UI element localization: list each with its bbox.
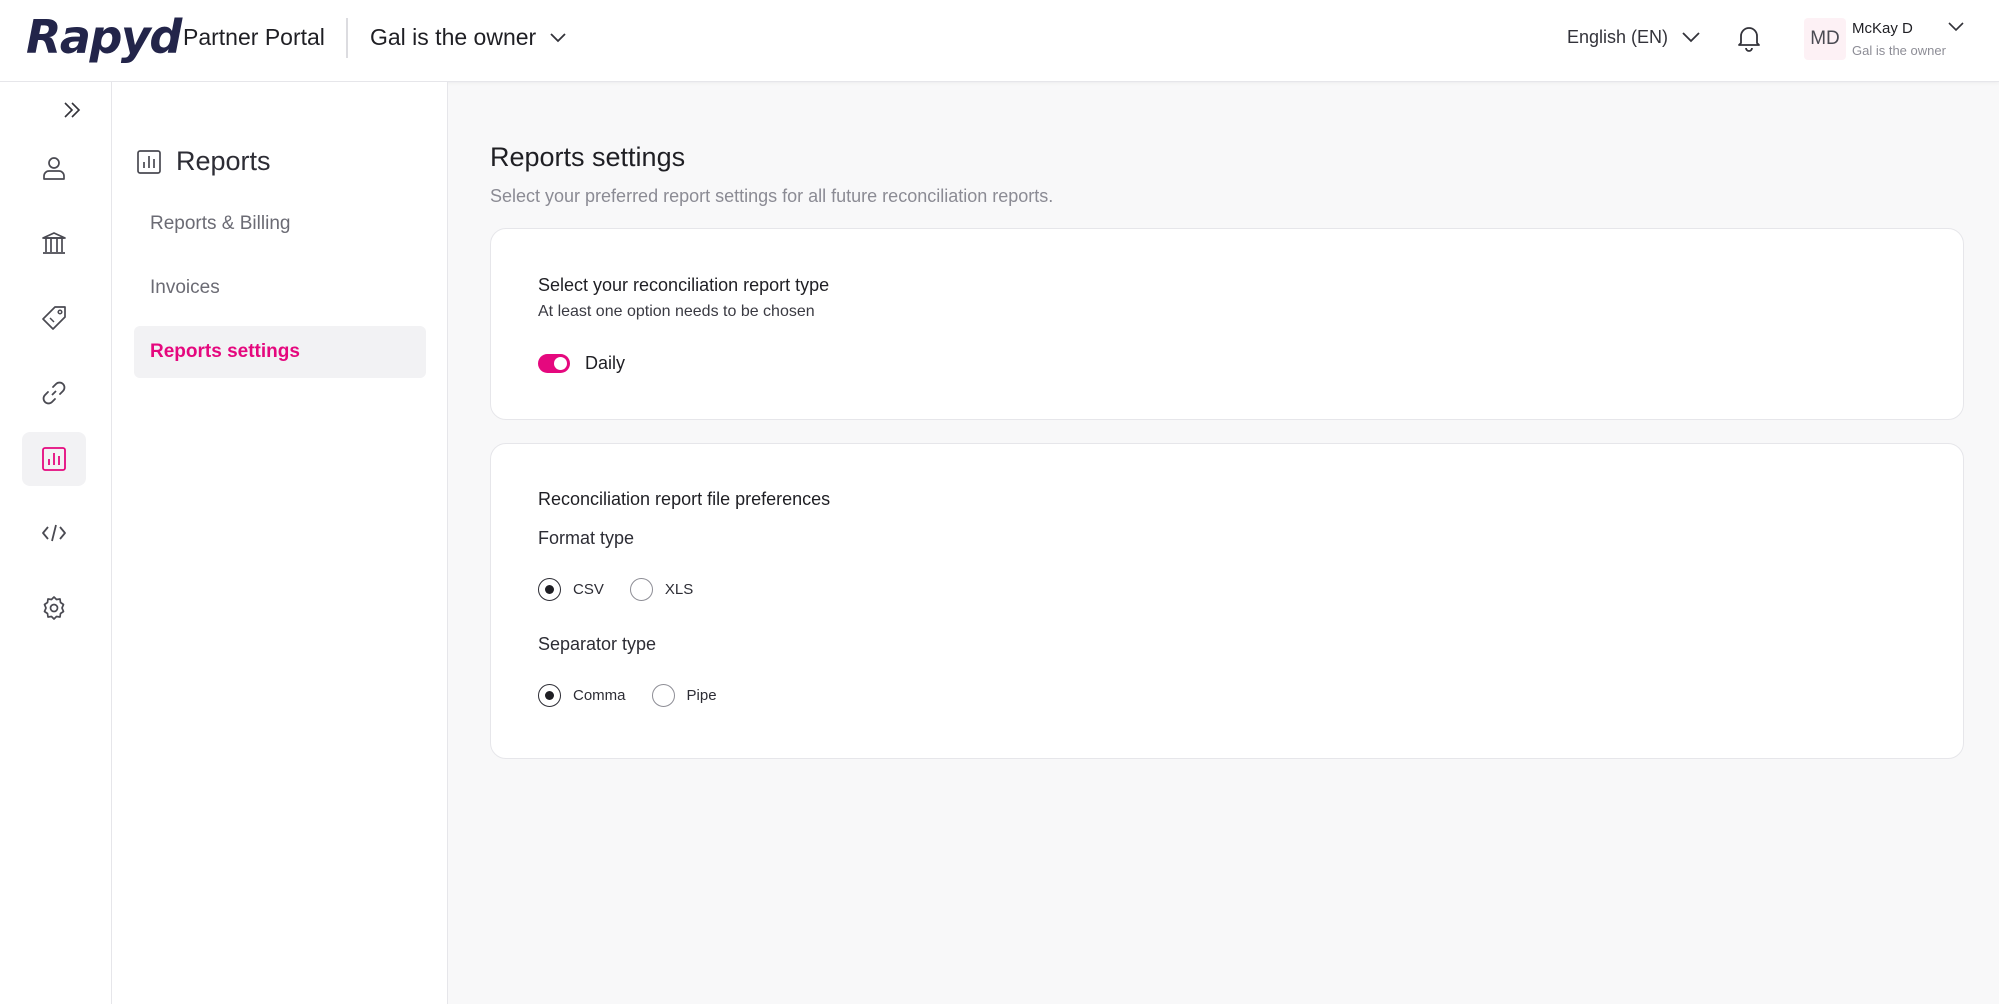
format-type-radio-group: CSV XLS xyxy=(538,578,693,601)
daily-toggle-row[interactable]: Daily xyxy=(538,353,625,374)
account-name: Gal is the owner xyxy=(370,24,537,50)
rail-item-developers[interactable] xyxy=(22,506,86,560)
top-bar: Rapyd Partner Portal Gal is the owner En… xyxy=(0,0,1999,82)
daily-toggle-label: Daily xyxy=(585,353,626,373)
language-label: English (EN) xyxy=(1567,27,1669,47)
separator-option-comma[interactable]: Comma xyxy=(538,684,626,707)
rail-item-banking[interactable] xyxy=(22,216,86,270)
report-type-title: Select your reconciliation report type xyxy=(538,275,830,295)
subnav-title: Reports xyxy=(176,146,271,176)
avatar: MD xyxy=(1804,18,1846,60)
icon-rail xyxy=(0,82,112,1004)
expand-sidebar-icon[interactable] xyxy=(62,100,82,120)
separator-type-radio-group: Comma Pipe xyxy=(538,684,717,707)
pipe-label: Pipe xyxy=(686,687,717,704)
link-icon xyxy=(42,381,66,405)
rail-item-pricing[interactable] xyxy=(22,291,86,345)
user-subtitle: Gal is the owner xyxy=(1852,43,1946,58)
format-option-csv[interactable]: CSV xyxy=(538,578,604,601)
csv-radio[interactable] xyxy=(538,578,561,601)
page-title: Reports settings xyxy=(490,142,686,172)
separator-option-pipe[interactable]: Pipe xyxy=(651,684,717,707)
tag-icon xyxy=(42,306,66,330)
bell-icon[interactable] xyxy=(1736,24,1762,52)
portal-name: Partner Portal xyxy=(183,24,325,50)
xls-label: XLS xyxy=(664,581,694,598)
subnav-item-reports-billing[interactable]: Reports & Billing xyxy=(134,198,426,250)
main-content: Reports settings Select your preferred r… xyxy=(448,82,1999,1004)
user-name: McKay D xyxy=(1852,20,1913,37)
reports-icon xyxy=(42,447,66,471)
reports-subnav: Reports Reports & Billing Invoices Repor… xyxy=(112,82,448,1004)
comma-label: Comma xyxy=(573,687,626,704)
report-type-note: At least one option needs to be chosen xyxy=(538,303,815,320)
reports-icon xyxy=(137,149,161,174)
bank-icon xyxy=(42,232,66,254)
subnav-header: Reports xyxy=(136,146,271,177)
gear-icon xyxy=(43,596,65,620)
rail-item-links[interactable] xyxy=(22,366,86,420)
subnav-item-invoices[interactable]: Invoices xyxy=(134,262,426,314)
pipe-radio[interactable] xyxy=(651,684,675,707)
chevron-down-icon xyxy=(550,32,566,42)
language-selector[interactable]: English (EN) xyxy=(1567,27,1700,48)
format-option-xls[interactable]: XLS xyxy=(629,578,694,601)
rail-item-settings[interactable] xyxy=(22,581,86,635)
code-icon xyxy=(42,524,66,542)
rail-item-reports[interactable] xyxy=(22,432,86,486)
separator-type-label: Separator type xyxy=(538,634,657,654)
format-type-label: Format type xyxy=(538,528,635,548)
page-subtitle: Select your preferred report settings fo… xyxy=(490,186,1054,206)
user-icon xyxy=(43,157,65,180)
user-menu[interactable]: MD McKay D Gal is the owner xyxy=(1804,18,1964,60)
file-preferences-title: Reconciliation report file preferences xyxy=(538,489,831,509)
rail-item-users[interactable] xyxy=(22,141,86,195)
daily-toggle[interactable] xyxy=(538,354,570,373)
comma-radio[interactable] xyxy=(538,684,561,707)
file-preferences-card: Reconciliation report file preferences F… xyxy=(490,443,1964,759)
report-type-card: Select your reconciliation report type A… xyxy=(490,228,1964,420)
subnav-item-reports-settings[interactable]: Reports settings xyxy=(134,326,426,378)
account-switcher[interactable]: Gal is the owner xyxy=(370,24,566,51)
rapyd-logo[interactable]: Rapyd xyxy=(26,10,182,64)
xls-radio[interactable] xyxy=(629,578,653,601)
csv-label: CSV xyxy=(573,581,604,598)
header-divider xyxy=(346,18,348,58)
chevron-down-icon xyxy=(1682,32,1700,43)
chevron-down-icon xyxy=(1948,22,1964,32)
